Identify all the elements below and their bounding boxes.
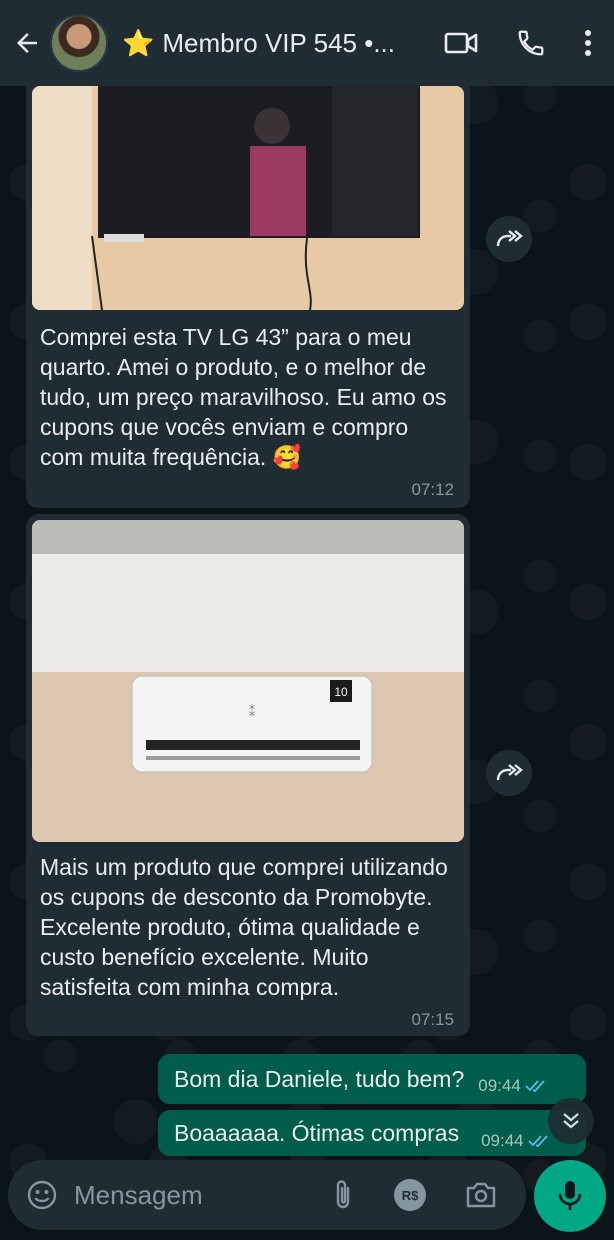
star-icon: ⭐ — [122, 27, 155, 58]
chat-header: ⭐ Membro VIP 545 •... — [0, 0, 614, 86]
message-bubble-outgoing[interactable]: Bom dia Daniele, tudo bem? 09:44 — [158, 1054, 586, 1104]
mic-icon — [558, 1181, 582, 1210]
message-text: Bom dia Daniele, tudo bem? — [174, 1065, 465, 1092]
message-time: 09:44 — [481, 1131, 524, 1150]
message-bubble-incoming[interactable]: Comprei esta TV LG 43” para o meu quarto… — [26, 70, 470, 508]
message-composer: R$ — [8, 1160, 526, 1230]
read-ticks-icon — [525, 1080, 545, 1093]
more-vert-icon[interactable] — [584, 29, 592, 57]
forward-icon[interactable] — [486, 216, 532, 262]
camera-icon[interactable] — [464, 1180, 498, 1210]
svg-text:⁑: ⁑ — [249, 704, 256, 719]
mic-button[interactable] — [534, 1160, 606, 1232]
message-bubble-outgoing[interactable]: Boaaaaaa. Ótimas compras 09:44 — [158, 1110, 586, 1156]
avatar[interactable] — [50, 14, 108, 72]
back-arrow-icon[interactable] — [6, 28, 48, 58]
message-text: Boaaaaaa. Ótimas compras — [174, 1119, 460, 1146]
chat-title[interactable]: ⭐ Membro VIP 545 •... — [122, 28, 444, 59]
message-time: 09:44 — [478, 1076, 521, 1095]
video-call-icon[interactable] — [444, 30, 478, 56]
energy-label: 10 — [334, 685, 348, 699]
message-text: Mais um produto que comprei utilizando o… — [40, 854, 448, 1000]
payment-icon[interactable]: R$ — [394, 1179, 426, 1211]
message-input[interactable] — [72, 1178, 316, 1212]
message-time: 07:12 — [411, 480, 454, 499]
tv-photo[interactable] — [32, 86, 464, 310]
contact-name: Membro VIP 545 •... — [162, 27, 395, 58]
forward-icon[interactable] — [486, 750, 532, 796]
attach-icon[interactable] — [330, 1178, 356, 1212]
emoji-icon[interactable] — [26, 1179, 58, 1211]
read-ticks-icon — [528, 1135, 548, 1148]
air-conditioner-photo[interactable]: 10 ⁑ — [32, 520, 464, 842]
scroll-down-icon[interactable] — [548, 1098, 594, 1144]
currency-label: R$ — [401, 1187, 419, 1203]
message-text: Comprei esta TV LG 43” para o meu quarto… — [40, 324, 447, 470]
phone-icon[interactable] — [516, 28, 546, 58]
message-bubble-incoming[interactable]: 10 ⁑ Mais um produto que comprei utiliza… — [26, 514, 470, 1036]
message-time: 07:15 — [411, 1010, 454, 1029]
